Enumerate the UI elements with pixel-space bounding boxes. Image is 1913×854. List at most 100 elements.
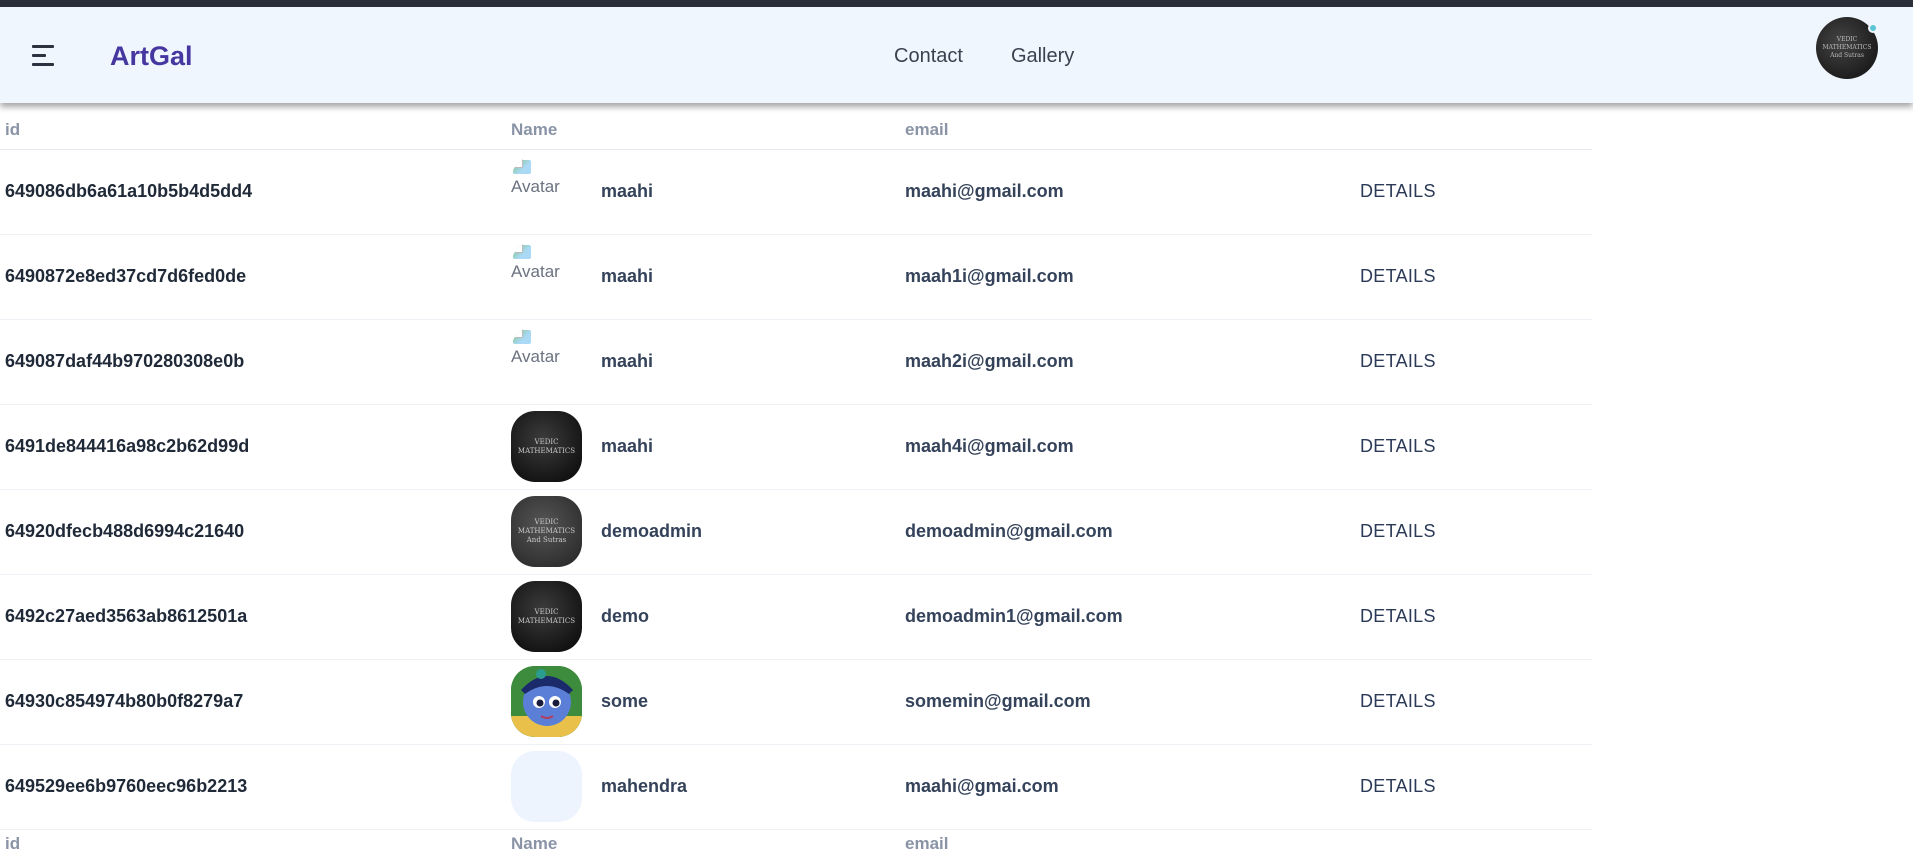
action-cell: DETAILS — [1360, 404, 1592, 490]
avatar-image-text: MATHEMATICS — [517, 527, 576, 535]
header-id: id — [0, 112, 511, 150]
name-wrap: Avatar maahi — [511, 241, 905, 312]
profile-text: VEDIC — [1836, 36, 1858, 43]
avatar-alt-text: Avatar — [511, 262, 560, 281]
avatar — [511, 666, 582, 737]
header-email: email — [905, 112, 1360, 150]
details-button[interactable]: DETAILS — [1360, 606, 1436, 626]
footer-name: Name — [511, 834, 558, 853]
avatar-alt-text: Avatar — [511, 347, 560, 366]
table-row: 649087daf44b970280308e0b Avatar maahi ma… — [0, 319, 1592, 405]
user-name: demoadmin — [601, 521, 703, 541]
header-name: Name — [511, 112, 905, 150]
name-cell: VEDIC MATHEMATICS And Sutras demoadmin — [511, 489, 905, 575]
broken-image-icon — [511, 158, 535, 176]
user-name: maahi — [601, 181, 654, 201]
user-id: 64930c854974b80b0f8279a7 — [0, 659, 511, 745]
user-name: maahi — [601, 351, 654, 371]
avatar-broken-image: Avatar — [511, 326, 582, 397]
name-cell: VEDIC MATHEMATICS maahi — [511, 404, 905, 490]
avatar: VEDIC MATHEMATICS — [511, 411, 582, 482]
avatar-image-text: VEDIC — [534, 437, 559, 446]
action-cell: DETAILS — [1360, 234, 1592, 320]
details-button[interactable]: DETAILS — [1360, 181, 1436, 201]
avatar-image-text: MATHEMATICS — [517, 616, 576, 625]
user-id: 649529ee6b9760eec96b2213 — [0, 744, 511, 830]
table-row: 64920dfecb488d6994c21640 VEDIC MATHEMATIC… — [0, 489, 1592, 575]
table-footer-header: id Name email — [0, 834, 1592, 854]
name-cell: VEDIC MATHEMATICS demo — [511, 574, 905, 660]
user-email: maahi@gmai.com — [905, 744, 1360, 830]
avatar-image-text: VEDIC — [534, 518, 559, 526]
name-cell: mahendra — [511, 744, 905, 830]
name-cell: some — [511, 659, 905, 745]
table-row: 649529ee6b9760eec96b2213 mahendra maahi@… — [0, 744, 1592, 830]
details-button[interactable]: DETAILS — [1360, 266, 1436, 286]
avatar-image-text: VEDIC — [534, 607, 559, 616]
nav-link-contact[interactable]: Contact — [894, 45, 963, 68]
avatar: VEDIC MATHEMATICS — [511, 581, 582, 652]
user-name: mahendra — [601, 776, 688, 796]
user-email: maah4i@gmail.com — [905, 404, 1360, 490]
details-button[interactable]: DETAILS — [1360, 521, 1436, 541]
header-action — [1360, 112, 1592, 150]
user-name: demo — [601, 606, 650, 626]
table-body: 649086db6a61a10b5b4d5dd4 Avatar maahi ma… — [0, 149, 1592, 830]
menu-line — [32, 45, 54, 48]
navbar: ArtGal Contact Gallery — [0, 7, 1913, 103]
name-wrap: VEDIC MATHEMATICS demo — [511, 581, 905, 652]
details-button[interactable]: DETAILS — [1360, 351, 1436, 371]
user-email: somemin@gmail.com — [905, 659, 1360, 745]
nav-link-gallery[interactable]: Gallery — [1011, 45, 1074, 68]
user-id: 649087daf44b970280308e0b — [0, 319, 511, 405]
user-name: some — [601, 691, 649, 711]
nav-links: Contact Gallery — [894, 45, 1074, 68]
action-cell: DETAILS — [1360, 319, 1592, 405]
table-row: 6490872e8ed37cd7d6fed0de Avatar maahi ma… — [0, 234, 1592, 320]
hamburger-menu-icon[interactable] — [32, 45, 58, 67]
name-cell: Avatar maahi — [511, 234, 905, 320]
action-cell: DETAILS — [1360, 149, 1592, 235]
name-wrap: Avatar maahi — [511, 326, 905, 397]
online-status-dot — [1868, 23, 1878, 33]
name-cell: Avatar maahi — [511, 149, 905, 235]
table-row: 649086db6a61a10b5b4d5dd4 Avatar maahi ma… — [0, 149, 1592, 235]
user-name: maahi — [601, 436, 654, 456]
action-cell: DETAILS — [1360, 744, 1592, 830]
krishna-avatar-image — [511, 666, 582, 737]
avatar-alt-text: Avatar — [511, 177, 560, 196]
action-cell: DETAILS — [1360, 489, 1592, 575]
user-email: maah1i@gmail.com — [905, 234, 1360, 320]
name-wrap: VEDIC MATHEMATICS And Sutras demoadmin — [511, 496, 905, 567]
table-row: 64930c854974b80b0f8279a7 some somemin@gm… — [0, 659, 1592, 745]
users-table: id Name email 649086db6a61a10b5b4d5dd4 A… — [0, 112, 1592, 830]
user-id: 64920dfecb488d6994c21640 — [0, 489, 511, 575]
details-button[interactable]: DETAILS — [1360, 691, 1436, 711]
user-id: 6491de844416a98c2b62d99d — [0, 404, 511, 490]
user-email: demoadmin1@gmail.com — [905, 574, 1360, 660]
user-email: demoadmin@gmail.com — [905, 489, 1360, 575]
user-id: 6490872e8ed37cd7d6fed0de — [0, 234, 511, 320]
table-row: 6491de844416a98c2b62d99d VEDIC MATHEMATIC… — [0, 404, 1592, 490]
action-cell: DETAILS — [1360, 574, 1592, 660]
name-wrap: some — [511, 666, 905, 737]
footer-id: id — [5, 834, 21, 853]
user-name: maahi — [601, 266, 654, 286]
brand-link[interactable]: ArtGal — [110, 41, 193, 72]
menu-line — [32, 54, 46, 57]
profile-text: MATHEMATICS — [1822, 44, 1872, 51]
details-button[interactable]: DETAILS — [1360, 436, 1436, 456]
action-cell: DETAILS — [1360, 659, 1592, 745]
avatar-placeholder — [511, 751, 582, 822]
profile-text: And Sutras — [1830, 52, 1864, 59]
broken-image-icon — [511, 243, 535, 261]
name-wrap: VEDIC MATHEMATICS maahi — [511, 411, 905, 482]
details-button[interactable]: DETAILS — [1360, 776, 1436, 796]
broken-image-icon — [511, 328, 535, 346]
user-id: 6492c27aed3563ab8612501a — [0, 574, 511, 660]
table-header-row: id Name email — [0, 112, 1592, 150]
name-wrap: Avatar maahi — [511, 156, 905, 227]
menu-line — [32, 63, 54, 66]
avatar-broken-image: Avatar — [511, 241, 582, 312]
avatar: VEDIC MATHEMATICS And Sutras — [511, 496, 582, 567]
